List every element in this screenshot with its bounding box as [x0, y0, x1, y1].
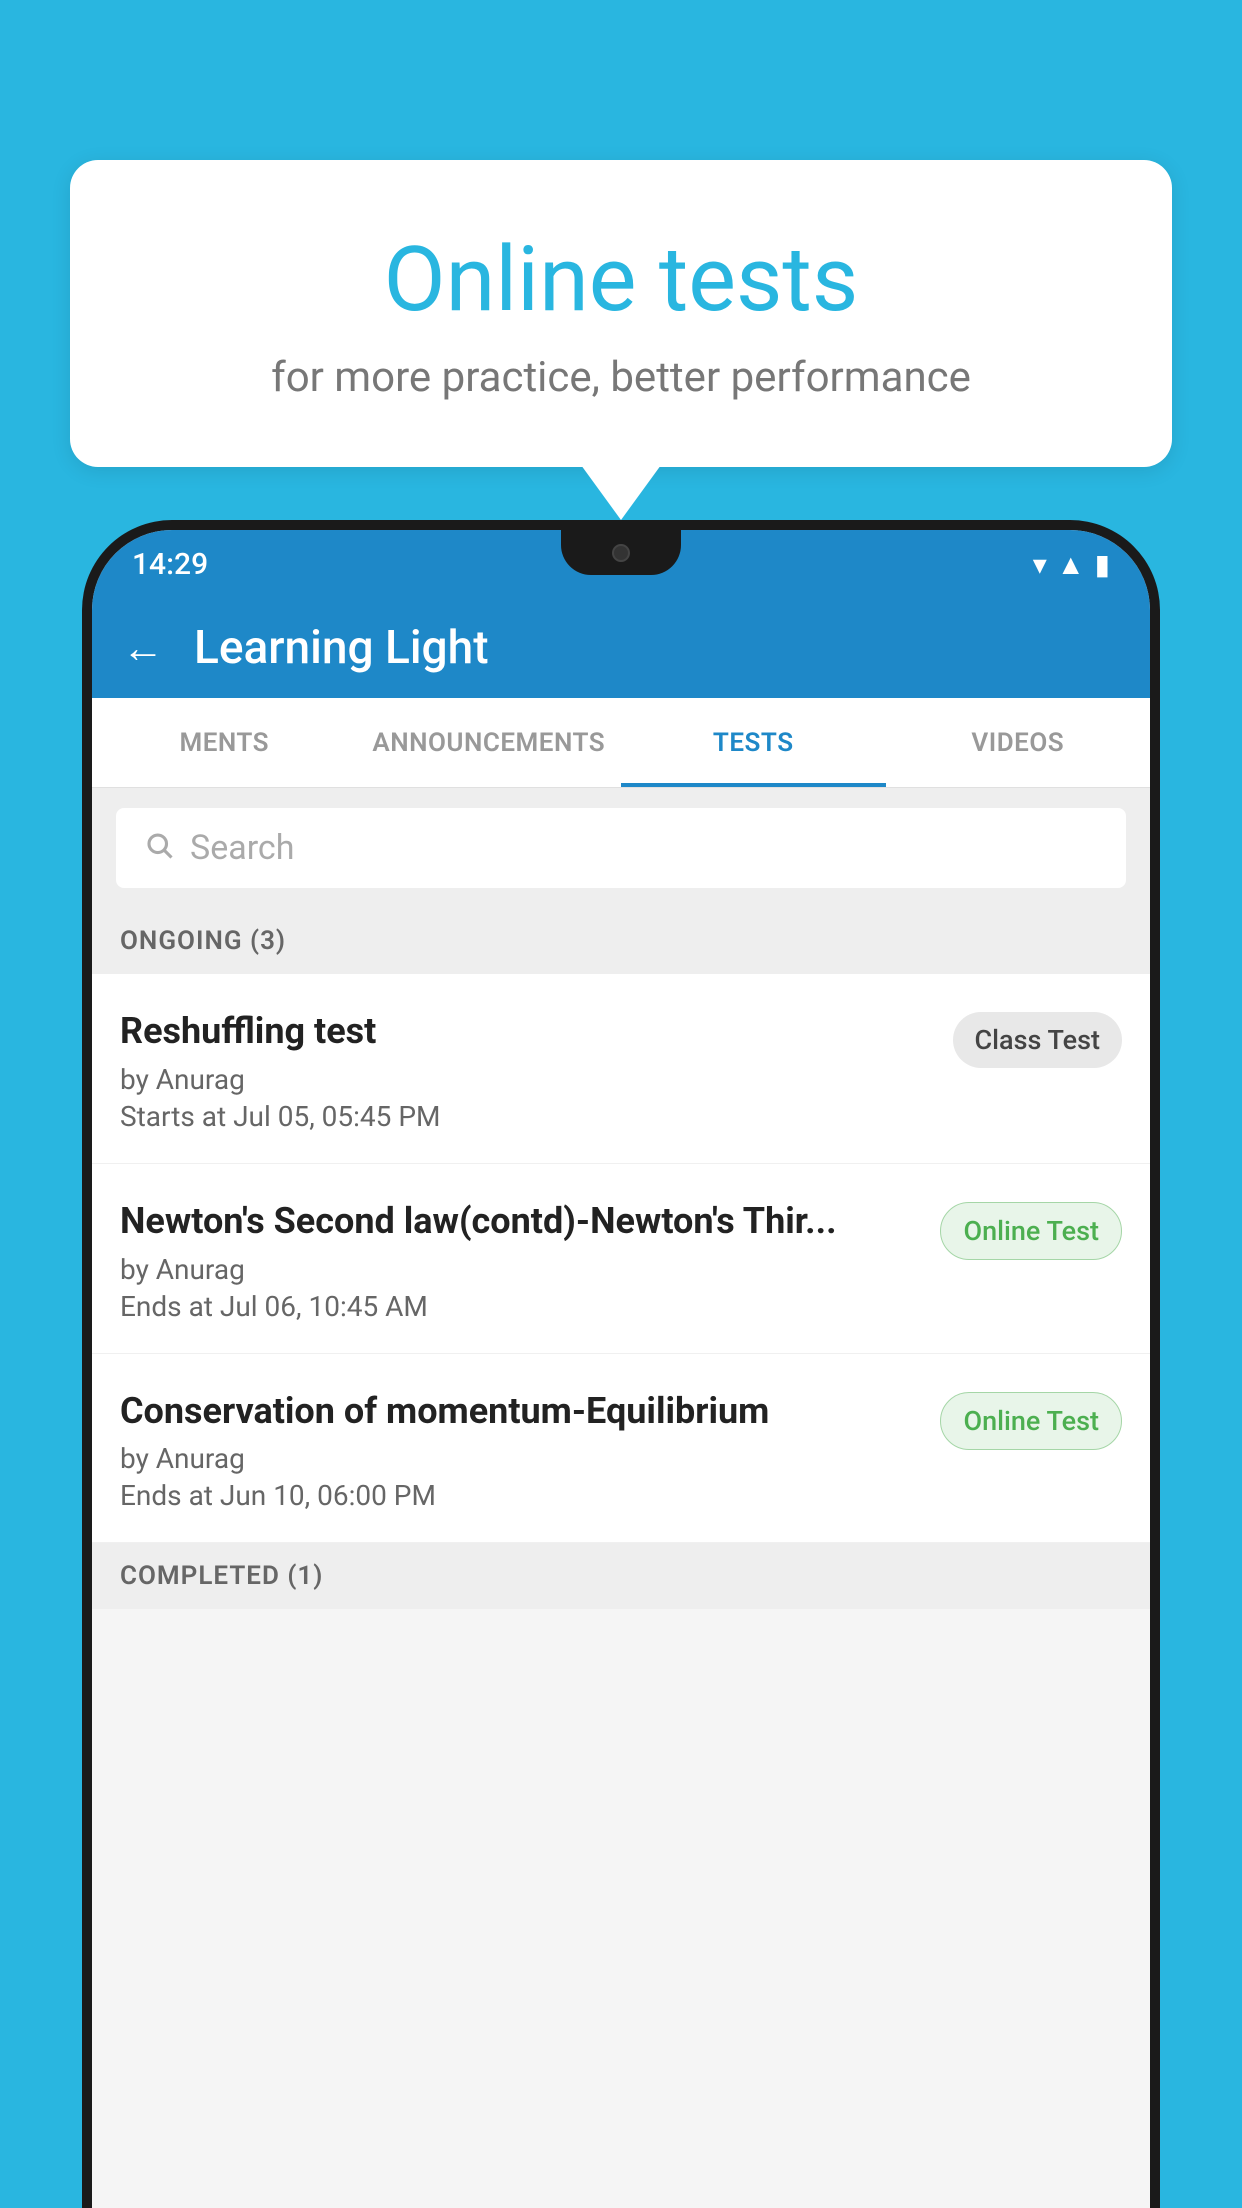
- test-author-3: by Anurag: [120, 1442, 920, 1475]
- test-author-2: by Anurag: [120, 1253, 920, 1286]
- wifi-icon: ▾: [1033, 548, 1047, 581]
- back-button[interactable]: ←: [122, 624, 164, 673]
- search-icon: [144, 827, 174, 869]
- bubble-subtitle: for more practice, better performance: [150, 353, 1092, 402]
- test-title-2: Newton's Second law(contd)-Newton's Thir…: [120, 1198, 920, 1245]
- tab-tests-label: TESTS: [713, 728, 794, 758]
- tab-videos[interactable]: VIDEOS: [886, 698, 1151, 787]
- speech-bubble-arrow: [581, 465, 661, 520]
- battery-icon: ▮: [1095, 548, 1110, 581]
- test-info-1: Reshuffling test by Anurag Starts at Jul…: [120, 1008, 933, 1133]
- test-author-1: by Anurag: [120, 1063, 933, 1096]
- tab-tests[interactable]: TESTS: [621, 698, 886, 787]
- test-badge-3: Online Test: [940, 1392, 1122, 1450]
- notch-camera: [612, 544, 630, 562]
- tab-videos-label: VIDEOS: [971, 728, 1064, 758]
- test-item-3[interactable]: Conservation of momentum-Equilibrium by …: [92, 1354, 1150, 1544]
- notch: [561, 530, 681, 575]
- tab-ments-label: MENTS: [179, 728, 269, 758]
- phone-screen: 14:29 ▾ ▲ ▮ ← Learning Light MENTS ANNOU…: [92, 530, 1150, 2208]
- test-info-2: Newton's Second law(contd)-Newton's Thir…: [120, 1198, 920, 1323]
- speech-bubble: Online tests for more practice, better p…: [70, 160, 1172, 467]
- status-bar: 14:29 ▾ ▲ ▮: [92, 530, 1150, 598]
- test-item-1[interactable]: Reshuffling test by Anurag Starts at Jul…: [92, 974, 1150, 1164]
- test-date-3: Ends at Jun 10, 06:00 PM: [120, 1479, 920, 1512]
- ongoing-section-header: ONGOING (3): [92, 908, 1150, 974]
- test-badge-1: Class Test: [953, 1012, 1123, 1068]
- completed-label: COMPLETED (1): [120, 1561, 323, 1591]
- tab-bar: MENTS ANNOUNCEMENTS TESTS VIDEOS: [92, 698, 1150, 788]
- status-icons: ▾ ▲ ▮: [1033, 548, 1110, 581]
- phone-frame: 14:29 ▾ ▲ ▮ ← Learning Light MENTS ANNOU…: [82, 520, 1160, 2208]
- status-time: 14:29: [132, 547, 208, 582]
- tab-ments[interactable]: MENTS: [92, 698, 357, 787]
- bubble-title: Online tests: [150, 230, 1092, 329]
- test-date-2: Ends at Jul 06, 10:45 AM: [120, 1290, 920, 1323]
- ongoing-label: ONGOING (3): [120, 926, 286, 956]
- test-badge-2: Online Test: [940, 1202, 1122, 1260]
- speech-bubble-wrapper: Online tests for more practice, better p…: [70, 160, 1172, 520]
- app-bar: ← Learning Light: [92, 598, 1150, 698]
- tab-announcements[interactable]: ANNOUNCEMENTS: [357, 698, 622, 787]
- test-item-2[interactable]: Newton's Second law(contd)-Newton's Thir…: [92, 1164, 1150, 1354]
- search-placeholder: Search: [190, 828, 294, 868]
- tab-announcements-label: ANNOUNCEMENTS: [372, 728, 605, 758]
- search-container: Search: [92, 788, 1150, 908]
- test-info-3: Conservation of momentum-Equilibrium by …: [120, 1388, 920, 1513]
- test-title-3: Conservation of momentum-Equilibrium: [120, 1388, 920, 1435]
- test-title-1: Reshuffling test: [120, 1008, 933, 1055]
- completed-section-header: COMPLETED (1): [92, 1543, 1150, 1609]
- signal-icon: ▲: [1057, 548, 1085, 581]
- app-bar-title: Learning Light: [194, 621, 489, 675]
- search-box[interactable]: Search: [116, 808, 1126, 888]
- test-list: Reshuffling test by Anurag Starts at Jul…: [92, 974, 1150, 1543]
- test-date-1: Starts at Jul 05, 05:45 PM: [120, 1100, 933, 1133]
